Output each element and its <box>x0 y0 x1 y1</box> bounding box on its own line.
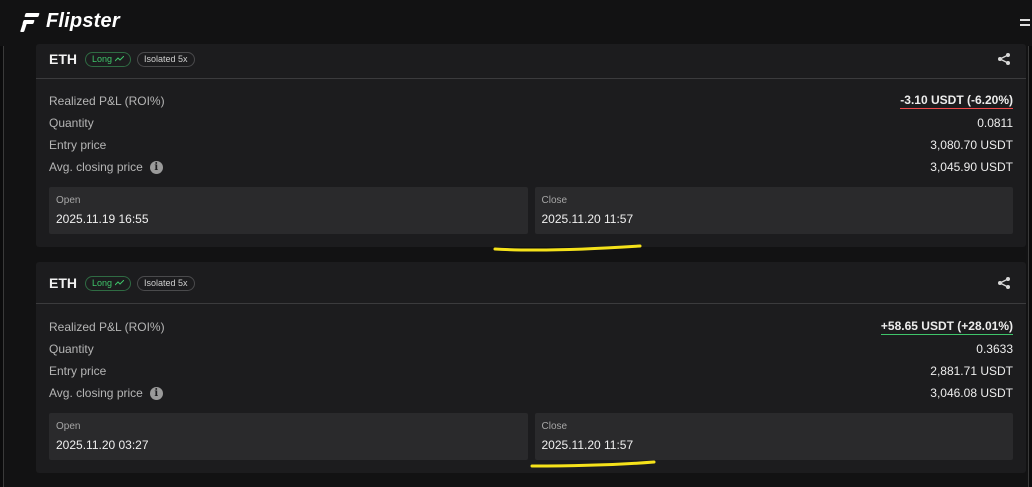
entry-price-row: Entry price 3,080.70 USDT <box>49 134 1013 156</box>
close-time: 2025.11.20 11:57 <box>541 438 634 452</box>
pnl-value[interactable]: -3.10 USDT (-6.20%) <box>900 93 1013 109</box>
entry-price-label: Entry price <box>49 364 107 378</box>
share-icon[interactable] <box>997 276 1011 290</box>
avg-closing-price-value: 3,046.08 USDT <box>930 386 1013 400</box>
entry-price-value: 3,080.70 USDT <box>930 138 1013 152</box>
entry-price-label: Entry price <box>49 138 107 152</box>
trade-card: ETH Long Isolated 5x Realized P&L (ROI%)… <box>36 262 1026 473</box>
avg-closing-price-label: Avg. closing price <box>49 160 143 174</box>
card-header: ETH Long Isolated 5x <box>36 262 1026 304</box>
trend-up-icon <box>115 280 125 286</box>
quantity-row: Quantity 0.3633 <box>49 338 1013 360</box>
close-time-box: Close 2025.11.20 11:57 <box>534 413 1013 460</box>
menu-icon[interactable] <box>1020 19 1030 29</box>
close-time: 2025.11.20 11:57 <box>541 212 634 226</box>
trend-up-icon <box>115 56 125 62</box>
share-icon[interactable] <box>997 52 1011 66</box>
open-time: 2025.11.20 03:27 <box>56 438 149 452</box>
top-bar: Flipster <box>0 0 1032 46</box>
logo[interactable]: Flipster <box>20 10 120 33</box>
close-time-box: Close 2025.11.20 11:57 <box>534 187 1013 234</box>
card-header: ETH Long Isolated 5x <box>36 44 1026 79</box>
open-label: Open <box>56 421 81 432</box>
margin-badge: Isolated 5x <box>137 275 195 291</box>
quantity-label: Quantity <box>49 116 94 130</box>
quantity-value: 0.0811 <box>977 116 1013 130</box>
open-time-box: Open 2025.11.20 03:27 <box>49 413 528 460</box>
close-label: Close <box>541 195 568 206</box>
symbol: ETH <box>49 275 77 291</box>
pnl-value[interactable]: +58.65 USDT (+28.01%) <box>880 319 1013 335</box>
pnl-row: Realized P&L (ROI%) -3.10 USDT (-6.20%) <box>49 90 1013 112</box>
direction-label: Long <box>92 278 113 288</box>
margin-badge: Isolated 5x <box>137 51 195 67</box>
flipster-logo-icon <box>20 11 40 33</box>
avg-closing-price-row: Avg. closing price i 3,046.08 USDT <box>49 382 1013 404</box>
direction-badge: Long <box>85 51 132 67</box>
quantity-value: 0.3633 <box>976 342 1013 356</box>
avg-closing-price-label: Avg. closing price <box>49 386 143 400</box>
app-name: Flipster <box>46 10 120 32</box>
open-label: Open <box>56 195 81 206</box>
avg-closing-price-row: Avg. closing price i 3,045.90 USDT <box>49 156 1013 178</box>
direction-label: Long <box>92 54 113 64</box>
open-time: 2025.11.19 16:55 <box>56 212 149 226</box>
quantity-row: Quantity 0.0811 <box>49 112 1013 134</box>
trade-card: ETH Long Isolated 5x Realized P&L (ROI%)… <box>36 44 1026 247</box>
info-icon[interactable]: i <box>149 386 163 400</box>
pnl-row: Realized P&L (ROI%) +58.65 USDT (+28.01%… <box>49 316 1013 338</box>
symbol: ETH <box>49 51 77 67</box>
close-label: Close <box>541 421 568 432</box>
open-time-box: Open 2025.11.19 16:55 <box>49 187 528 234</box>
entry-price-row: Entry price 2,881.71 USDT <box>49 360 1013 382</box>
quantity-label: Quantity <box>49 342 94 356</box>
entry-price-value: 2,881.71 USDT <box>930 364 1013 378</box>
pnl-label: Realized P&L (ROI%) <box>49 320 165 334</box>
avg-closing-price-value: 3,045.90 USDT <box>930 160 1013 174</box>
pnl-label: Realized P&L (ROI%) <box>49 94 165 108</box>
highlight-underline <box>493 244 642 252</box>
info-icon[interactable]: i <box>149 160 163 174</box>
direction-badge: Long <box>85 275 132 291</box>
highlight-underline <box>530 460 656 468</box>
